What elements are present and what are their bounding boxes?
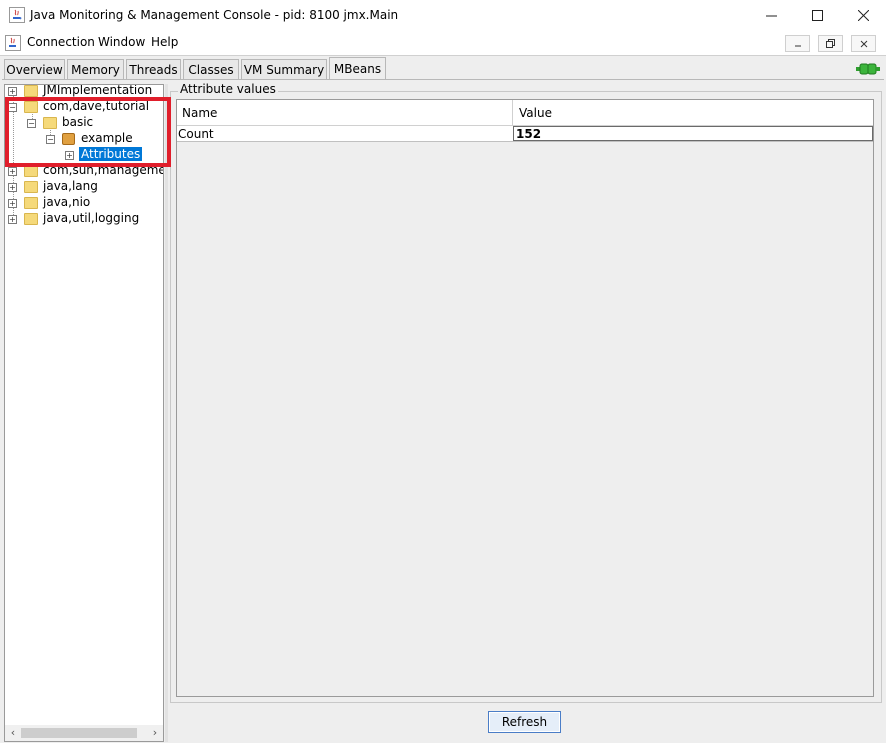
maximize-button[interactable] [794, 0, 840, 31]
inner-minimize-button[interactable] [785, 35, 810, 52]
highlight-annotation-box [5, 97, 171, 167]
scroll-left-icon[interactable]: ‹ [6, 726, 20, 740]
column-header-name[interactable]: Name [182, 106, 217, 120]
panel-splitter[interactable] [165, 84, 168, 742]
menu-bar: Connection Window Help [0, 31, 886, 55]
inner-close-button[interactable] [851, 35, 876, 52]
table-header: Name Value [177, 100, 873, 126]
java-app-icon [9, 7, 25, 23]
refresh-button[interactable]: Refresh [488, 711, 561, 733]
tab-classes[interactable]: Classes [183, 59, 239, 79]
menu-connection[interactable]: Connection [27, 35, 95, 49]
connection-status-icon [856, 62, 880, 76]
attribute-table: Name Value Count 152 [176, 99, 874, 697]
tab-mbeans[interactable]: MBeans [329, 57, 386, 80]
menu-window[interactable]: Window [98, 35, 145, 49]
column-separator[interactable] [512, 100, 513, 126]
tab-threads[interactable]: Threads [126, 59, 181, 79]
window-title: Java Monitoring & Management Console - p… [30, 8, 399, 22]
scrollbar-thumb[interactable] [21, 728, 137, 738]
expand-plus-icon[interactable]: + [8, 167, 17, 176]
inner-restore-button[interactable] [818, 35, 843, 52]
mbean-tree[interactable]: + JMImplementation − com,dave,tutorial −… [4, 84, 164, 742]
folder-icon [24, 213, 38, 225]
attribute-value-cell[interactable]: 152 [513, 126, 873, 141]
attribute-name-cell: Count [178, 127, 214, 141]
tree-node-label: java,nio [43, 195, 91, 209]
folder-icon [24, 181, 38, 193]
minimize-button[interactable] [748, 0, 794, 31]
close-button[interactable] [840, 0, 886, 31]
tree-node-java-nio[interactable]: + java,nio [5, 195, 163, 211]
attribute-values-title: Attribute values [178, 82, 278, 96]
title-bar: Java Monitoring & Management Console - p… [0, 0, 886, 31]
expand-plus-icon[interactable]: + [8, 87, 17, 96]
tab-vm-summary[interactable]: VM Summary [241, 59, 327, 79]
tree-node-label: JMImplementation [43, 84, 153, 97]
tab-strip-border [2, 79, 884, 80]
expand-plus-icon[interactable]: + [8, 215, 17, 224]
tree-node-label: java,util,logging [43, 211, 140, 225]
tree-node-java-util-logging[interactable]: + java,util,logging [5, 211, 163, 227]
folder-icon [24, 197, 38, 209]
expand-plus-icon[interactable]: + [8, 183, 17, 192]
tab-memory[interactable]: Memory [67, 59, 124, 79]
table-row[interactable]: Count 152 [177, 126, 873, 142]
tree-horizontal-scrollbar[interactable]: ‹ › [5, 725, 163, 741]
scroll-right-icon[interactable]: › [148, 726, 162, 740]
expand-plus-icon[interactable]: + [8, 199, 17, 208]
tab-overview[interactable]: Overview [4, 59, 65, 79]
column-header-value[interactable]: Value [519, 106, 552, 120]
tree-node-label: java,lang [43, 179, 98, 193]
java-menu-icon[interactable] [5, 35, 21, 51]
folder-icon [24, 85, 38, 97]
menu-help[interactable]: Help [151, 35, 178, 49]
tree-node-java-lang[interactable]: + java,lang [5, 179, 163, 195]
